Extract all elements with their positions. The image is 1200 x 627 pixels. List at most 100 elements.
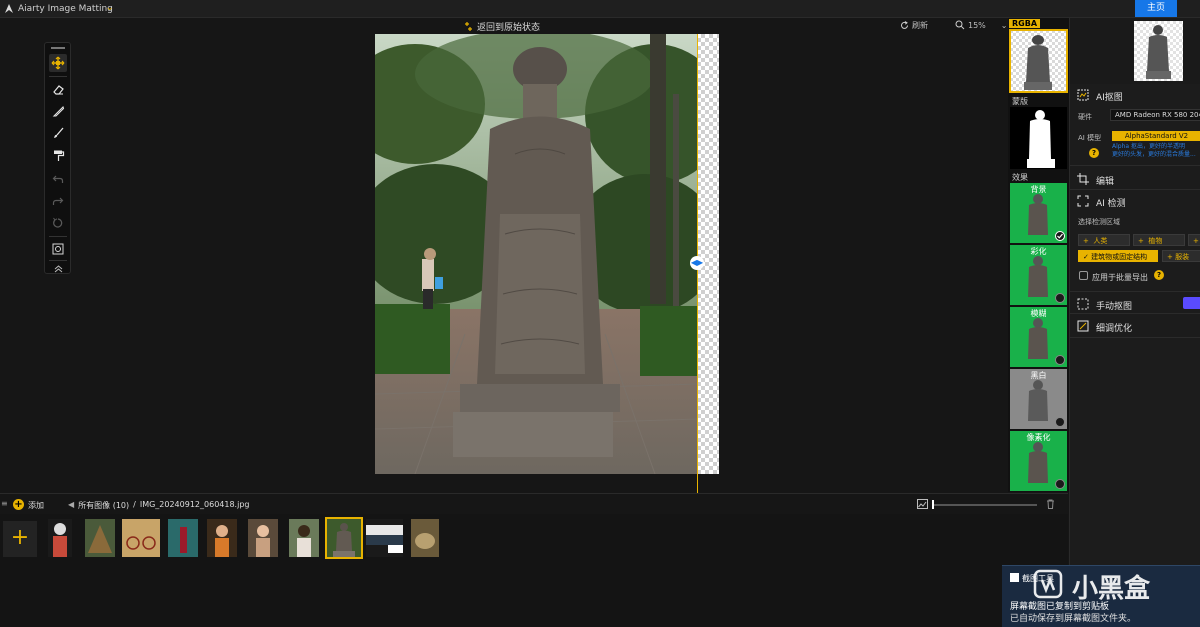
tool-divider: [49, 260, 67, 261]
effect-label: 像素化: [1026, 433, 1051, 442]
effect-label: 彩化: [1030, 247, 1047, 256]
chip-plant[interactable]: + 植物: [1133, 234, 1185, 246]
film-thumb[interactable]: [366, 519, 403, 557]
refine-section[interactable]: 细调优化: [1070, 316, 1200, 338]
chip-clothing[interactable]: + 服装: [1162, 250, 1200, 262]
effect-pixelate[interactable]: 像素化: [1010, 431, 1067, 491]
collapse-filmstrip-icon[interactable]: ≡: [1, 499, 8, 508]
film-thumb[interactable]: [168, 519, 198, 557]
settings-panel: AI抠图 硬件 AMD Radeon RX 580 2048SP AI 模型 A…: [1069, 18, 1200, 627]
output-thumbnail[interactable]: [1134, 21, 1183, 81]
breadcrumb: ◀ 所有图像 (10) / IMG_20240912_060418.jpg: [68, 500, 249, 511]
brush-tool[interactable]: [49, 102, 67, 120]
batch-export-checkbox[interactable]: [1079, 271, 1088, 280]
model-label: AI 模型: [1078, 134, 1102, 142]
compare-divider-handle[interactable]: ◀▶: [690, 256, 704, 270]
chip-building[interactable]: ✓ 建筑物或固定结构: [1078, 250, 1158, 262]
edit-section[interactable]: 编辑: [1070, 168, 1200, 190]
reset-icon: [53, 217, 63, 228]
effect-radio[interactable]: [1055, 355, 1065, 365]
thumb-size-slider-handle[interactable]: [932, 500, 934, 509]
trash-icon[interactable]: [1046, 499, 1055, 509]
edit-crop-icon: [1077, 173, 1089, 185]
rgba-statue-thumb: [1010, 30, 1067, 92]
chip-plus-icon: +: [1138, 237, 1149, 245]
mask-preview[interactable]: [1010, 107, 1067, 169]
refine-title: 细调优化: [1096, 324, 1133, 334]
effect-radio[interactable]: [1055, 479, 1065, 489]
manual-select-icon: [1077, 298, 1089, 310]
effect-background[interactable]: 背景: [1010, 183, 1067, 243]
app-title: Aiarty Image Matting: [18, 4, 113, 14]
help-icon[interactable]: ?: [1154, 270, 1164, 280]
model-select[interactable]: AlphaStandard V2: [1112, 131, 1200, 141]
effect-radio[interactable]: [1055, 417, 1065, 427]
add-image-tile[interactable]: +: [3, 521, 37, 557]
watermark-text: 小黑盒: [1072, 573, 1151, 604]
palette-grip[interactable]: [51, 47, 65, 49]
effect-colorize[interactable]: 彩化: [1010, 245, 1067, 305]
effect-blur[interactable]: 模糊: [1010, 307, 1067, 367]
compare-tool[interactable]: [49, 240, 67, 258]
breadcrumb-all-images[interactable]: 所有图像 (10): [78, 500, 129, 511]
effect-black-white[interactable]: 黑白: [1010, 369, 1067, 429]
manual-matting-toggle[interactable]: [1183, 297, 1200, 309]
redo-icon: [52, 197, 64, 205]
chip-more[interactable]: +: [1188, 234, 1200, 246]
reset-tool[interactable]: [49, 214, 67, 232]
move-tool[interactable]: [49, 54, 67, 72]
chip-human[interactable]: + 人类: [1078, 234, 1130, 246]
chip-plus-icon: +: [1083, 237, 1094, 245]
eraser-icon: [52, 84, 64, 95]
zoom-icon: [955, 20, 965, 30]
zoom-control[interactable]: 15% ⌄: [955, 20, 1007, 30]
eraser-tool[interactable]: [49, 80, 67, 98]
redo-tool[interactable]: [49, 192, 67, 210]
effect-check-icon[interactable]: [1055, 231, 1065, 241]
restore-original-button[interactable]: 返回到原始状态: [464, 20, 540, 33]
compare-frame-icon: [52, 243, 64, 255]
back-arrow-icon[interactable]: ◀: [68, 500, 74, 511]
film-thumb[interactable]: [122, 519, 160, 557]
ai-detect-section: AI 检测 选择检测区域 + 人类 + 植物 + ✓ 建筑物或固定结构 + 服装…: [1070, 192, 1200, 292]
rgba-label: RGBA: [1009, 19, 1041, 28]
rgba-preview[interactable]: [1009, 29, 1068, 93]
collapse-palette-button[interactable]: [49, 262, 67, 274]
film-thumb[interactable]: [289, 519, 319, 557]
breadcrumb-current-file: IMG_20240912_060418.jpg: [139, 500, 250, 509]
filmstrip: +: [0, 514, 1068, 627]
paint-tool[interactable]: [49, 124, 67, 142]
film-thumb[interactable]: [207, 519, 237, 557]
help-icon[interactable]: ?: [1089, 148, 1099, 158]
add-images-button[interactable]: 添加: [28, 500, 44, 511]
home-button[interactable]: 主页: [1135, 0, 1177, 17]
refine-icon: [1077, 320, 1089, 332]
zoom-value: 15%: [968, 20, 986, 30]
refresh-button[interactable]: 刷新: [900, 20, 928, 31]
film-thumb[interactable]: [248, 519, 278, 557]
roller-tool[interactable]: [49, 146, 67, 164]
device-select[interactable]: AMD Radeon RX 580 2048SP: [1110, 109, 1200, 121]
model-note-line2: 更好的头发，更好的混合质量...: [1112, 151, 1196, 158]
effect-label: 模糊: [1030, 309, 1047, 318]
thumb-size-slider[interactable]: [932, 504, 1037, 506]
ai-matting-section: AI抠图 硬件 AMD Radeon RX 580 2048SP AI 模型 A…: [1070, 84, 1200, 166]
effect-radio[interactable]: [1055, 293, 1065, 303]
manual-matting-section[interactable]: 手动抠图: [1070, 294, 1200, 314]
device-label: 硬件: [1078, 113, 1092, 121]
refresh-icon: [901, 21, 908, 29]
effects-label: 效果: [1012, 173, 1028, 182]
film-thumb[interactable]: [48, 519, 72, 557]
effect-label: 黑白: [1030, 371, 1047, 380]
film-thumb[interactable]: [85, 519, 115, 557]
film-thumb-selected[interactable]: [325, 517, 363, 559]
chevron-down-icon[interactable]: ⌄: [106, 3, 114, 13]
chip-human-label: 人类: [1093, 237, 1108, 245]
filmstrip-header: ≡ + 添加 ◀ 所有图像 (10) / IMG_20240912_060418…: [0, 493, 1068, 514]
chip-check-icon: ✓: [1083, 253, 1092, 261]
add-icon[interactable]: +: [13, 499, 24, 510]
film-thumb[interactable]: [411, 519, 439, 557]
zoom-chevron-down-icon[interactable]: ⌄: [1001, 21, 1008, 30]
undo-tool[interactable]: [49, 170, 67, 188]
main-photo[interactable]: [375, 34, 698, 474]
